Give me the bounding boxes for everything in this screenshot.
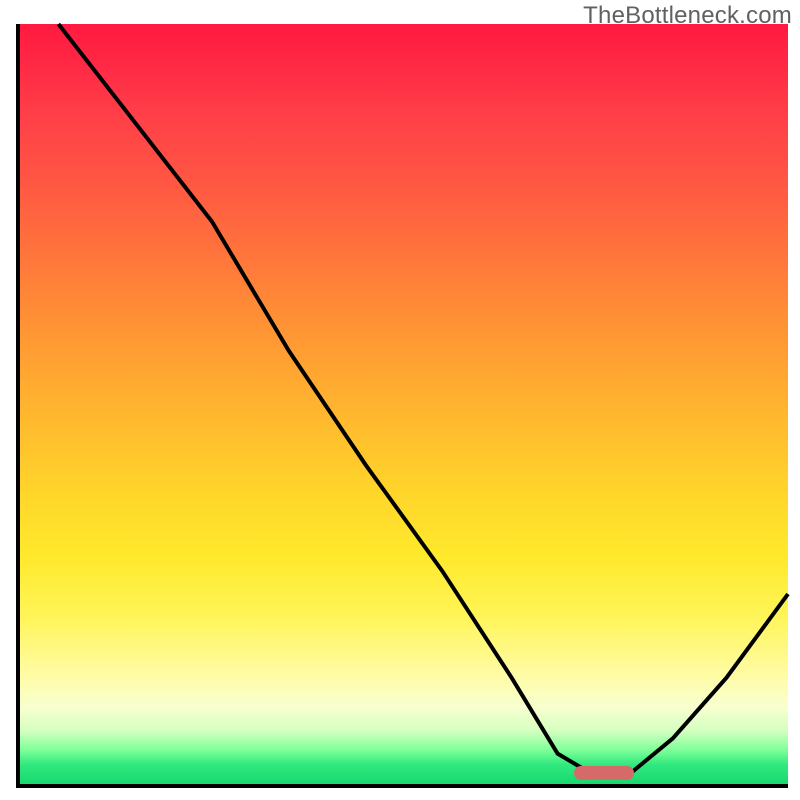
watermark-text: TheBottleneck.com — [583, 2, 792, 30]
optimal-marker-icon — [574, 766, 634, 780]
plot-area — [16, 24, 788, 788]
bottleneck-curve — [20, 24, 788, 784]
curve-path — [58, 24, 788, 776]
chart-frame: TheBottleneck.com — [0, 0, 800, 800]
